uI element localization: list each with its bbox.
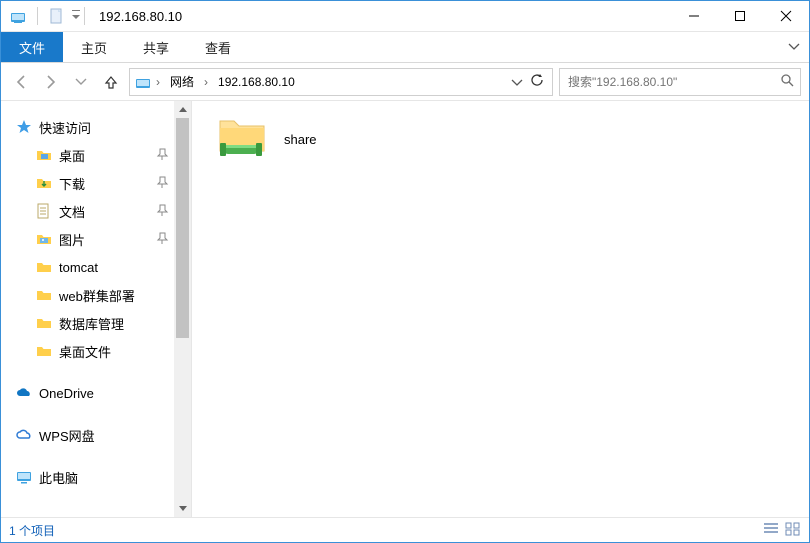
tree-item-desktopfiles[interactable]: 桌面文件 xyxy=(1,337,174,365)
tree-label: 文档 xyxy=(59,202,85,221)
tab-share[interactable]: 共享 xyxy=(125,32,187,62)
star-icon xyxy=(15,118,33,136)
folder-icon xyxy=(35,314,53,332)
onedrive-icon xyxy=(15,384,33,402)
app-icon xyxy=(9,7,27,25)
status-bar: 1 个项目 xyxy=(1,517,809,542)
pin-icon xyxy=(157,232,168,247)
tree-thispc[interactable]: 此电脑 xyxy=(1,463,174,491)
close-button[interactable] xyxy=(763,1,809,31)
scroll-thumb[interactable] xyxy=(176,118,189,338)
folder-icon xyxy=(35,174,53,192)
document-icon xyxy=(35,202,53,220)
minimize-button[interactable] xyxy=(671,1,717,31)
search-input[interactable] xyxy=(566,74,780,90)
tree-label: 桌面 xyxy=(59,146,85,165)
folder-icon xyxy=(35,258,53,276)
ribbon-expand-icon[interactable] xyxy=(779,32,809,62)
tree-item-tomcat[interactable]: tomcat xyxy=(1,253,174,281)
folder-icon xyxy=(35,286,53,304)
large-icons-view-icon[interactable] xyxy=(785,522,801,539)
file-list[interactable]: share xyxy=(192,101,809,517)
window-title: 192.168.80.10 xyxy=(99,9,182,24)
tree-label: 快速访问 xyxy=(39,118,91,137)
tree-item-desktop[interactable]: 桌面 xyxy=(1,141,174,169)
tree-label: OneDrive xyxy=(39,386,94,401)
folder-icon xyxy=(35,146,53,164)
qat-dropdown-icon[interactable] xyxy=(72,8,80,25)
folder-icon xyxy=(35,342,53,360)
nav-row: › 网络 › 192.168.80.10 xyxy=(1,63,809,101)
address-dropdown-icon[interactable] xyxy=(512,75,522,89)
tree-label: 桌面文件 xyxy=(59,342,111,361)
tab-home[interactable]: 主页 xyxy=(63,32,125,62)
breadcrumb-network[interactable]: 网络 xyxy=(164,71,200,92)
pin-icon xyxy=(157,148,168,163)
cloud-icon xyxy=(15,426,33,444)
pin-icon xyxy=(157,176,168,191)
scroll-up-icon[interactable] xyxy=(174,101,191,118)
computer-icon xyxy=(15,468,33,486)
tree-item-downloads[interactable]: 下载 xyxy=(1,169,174,197)
recent-locations-dropdown-icon[interactable] xyxy=(69,70,93,94)
status-text: 1 个项目 xyxy=(9,522,55,539)
tree-item-pictures[interactable]: 图片 xyxy=(1,225,174,253)
tree-wps[interactable]: WPS网盘 xyxy=(1,421,174,449)
tree-label: web群集部署 xyxy=(59,286,135,305)
folder-icon xyxy=(35,230,53,248)
ribbon-tabs: 文件 主页 共享 查看 xyxy=(1,32,809,63)
tree-label: 图片 xyxy=(59,230,85,249)
tree-label: tomcat xyxy=(59,260,98,275)
list-item[interactable]: share xyxy=(214,115,787,163)
titlebar: 192.168.80.10 xyxy=(1,1,809,32)
separator xyxy=(84,7,85,25)
qat-item-icon[interactable] xyxy=(48,7,66,25)
tree-item-documents[interactable]: 文档 xyxy=(1,197,174,225)
forward-button[interactable] xyxy=(39,70,63,94)
chevron-right-icon[interactable]: › xyxy=(154,75,162,89)
location-icon xyxy=(134,73,152,91)
tree-label: WPS网盘 xyxy=(39,426,95,445)
quick-access-toolbar xyxy=(1,7,80,25)
body: 快速访问 桌面 下载 文档 xyxy=(1,101,809,517)
breadcrumb-host[interactable]: 192.168.80.10 xyxy=(212,73,301,91)
tab-file[interactable]: 文件 xyxy=(1,32,63,62)
separator xyxy=(37,7,38,25)
maximize-button[interactable] xyxy=(717,1,763,31)
tree-quick-access[interactable]: 快速访问 xyxy=(1,113,174,141)
pin-icon xyxy=(157,204,168,219)
tree-label: 数据库管理 xyxy=(59,314,124,333)
tree-label: 下载 xyxy=(59,174,85,193)
up-button[interactable] xyxy=(99,70,123,94)
tree-onedrive[interactable]: OneDrive xyxy=(1,379,174,407)
scroll-down-icon[interactable] xyxy=(174,500,191,517)
chevron-right-icon[interactable]: › xyxy=(202,75,210,89)
explorer-window: 192.168.80.10 文件 主页 共享 查看 › 网络 › 192.168… xyxy=(0,0,810,543)
network-share-icon xyxy=(214,115,270,163)
address-bar[interactable]: › 网络 › 192.168.80.10 xyxy=(129,68,553,96)
search-icon[interactable] xyxy=(780,73,794,90)
back-button[interactable] xyxy=(9,70,33,94)
details-view-icon[interactable] xyxy=(763,522,779,539)
search-box[interactable] xyxy=(559,68,801,96)
tree-item-webcluster[interactable]: web群集部署 xyxy=(1,281,174,309)
tab-view[interactable]: 查看 xyxy=(187,32,249,62)
item-label: share xyxy=(284,132,317,147)
refresh-icon[interactable] xyxy=(530,73,544,90)
tree: 快速访问 桌面 下载 文档 xyxy=(1,113,191,491)
scrollbar[interactable] xyxy=(174,101,191,517)
tree-item-database[interactable]: 数据库管理 xyxy=(1,309,174,337)
tree-label: 此电脑 xyxy=(39,468,78,487)
navigation-pane: 快速访问 桌面 下载 文档 xyxy=(1,101,192,517)
window-controls xyxy=(671,1,809,31)
